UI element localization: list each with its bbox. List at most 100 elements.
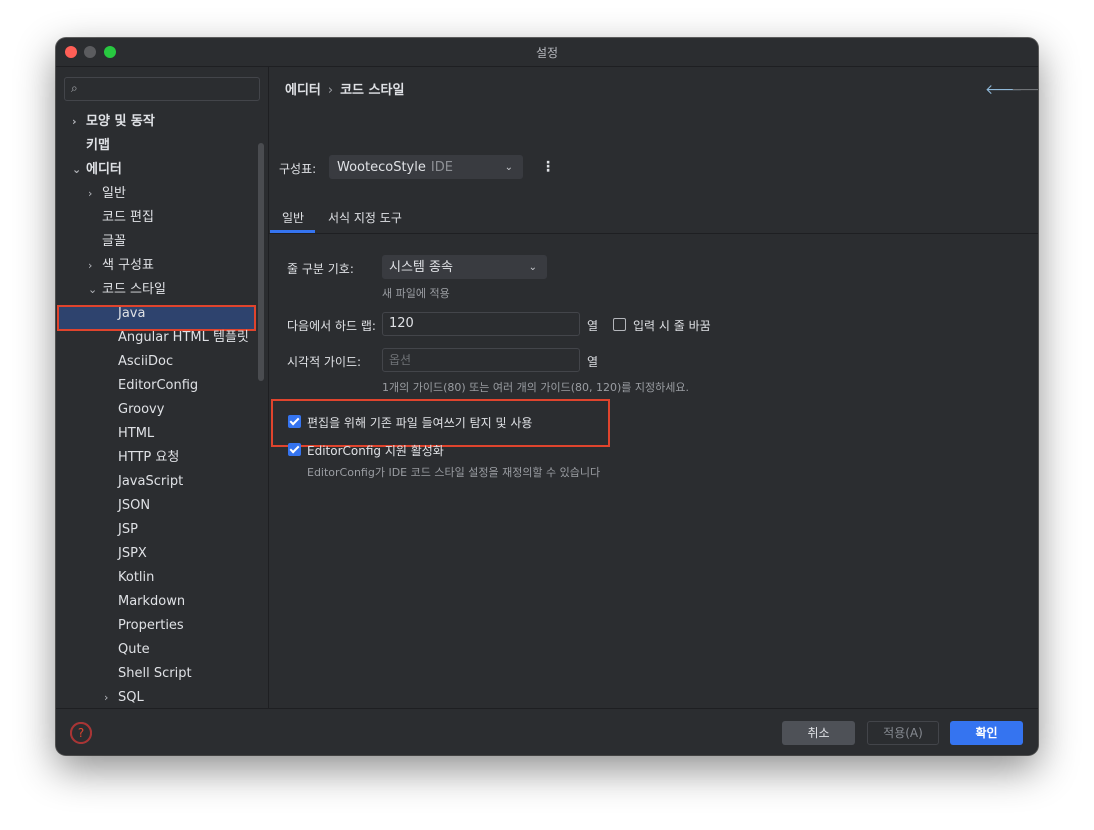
ok-button[interactable]: 확인 [950, 721, 1023, 745]
sidebar-scrollbar[interactable] [258, 143, 264, 381]
sidebar-item[interactable]: › 모양 및 동작 [72, 111, 155, 133]
sidebar-item-label: 모양 및 동작 [86, 114, 155, 129]
sidebar-item[interactable]: Qute [118, 639, 150, 661]
sidebar-item[interactable]: AsciiDoc [118, 351, 173, 373]
visual-guides-unit: 열 [587, 355, 599, 369]
sidebar-item-label: Shell Script [118, 666, 192, 681]
sidebar-item-label: 에디터 [86, 162, 122, 177]
sidebar-item[interactable]: 코드 편집 [102, 207, 154, 229]
sidebar-item-label: Java [118, 306, 146, 321]
sidebar-item-label: HTML [118, 426, 155, 441]
tree-selection-highlight [57, 305, 256, 331]
chevron-down-icon: ⌄ [504, 162, 513, 173]
sidebar-item[interactable]: ⌄ 코드 스타일 [88, 279, 166, 301]
scheme-sub: IDE [430, 160, 453, 175]
sidebar-item[interactable]: 키맵 [86, 135, 110, 157]
sidebar-item[interactable]: › 색 구성표 [88, 255, 154, 277]
line-separator-label: 줄 구분 기호: [287, 262, 354, 276]
chevron-down-icon[interactable]: ⌄ [72, 159, 81, 181]
breadcrumb-editor[interactable]: 에디터 [285, 83, 321, 98]
hard-wrap-input[interactable]: 120 [382, 312, 580, 336]
breadcrumb-separator: › [327, 83, 334, 98]
sidebar-item-label: AsciiDoc [118, 354, 174, 369]
sidebar-item[interactable]: Java [118, 303, 145, 325]
sidebar-item-label: SQL [118, 690, 144, 705]
chevron-right-icon[interactable]: › [88, 183, 92, 205]
forward-arrow-icon[interactable]: 🡒 [1011, 81, 1038, 98]
sidebar-item-label: 글꼴 [102, 234, 126, 249]
chevron-right-icon[interactable]: › [88, 255, 92, 277]
search-icon: ⌕ [71, 81, 78, 95]
scheme-label: 구성표: [279, 162, 317, 176]
visual-guides-label: 시각적 가이드: [287, 355, 362, 369]
sidebar-item-label: Markdown [118, 594, 186, 609]
sidebar-item[interactable]: JSPX [118, 543, 147, 565]
editorconfig-label: EditorConfig 지원 활성화 [307, 444, 444, 458]
tab-general[interactable]: 일반 [282, 209, 304, 226]
sidebar-item[interactable]: › 일반 [88, 183, 126, 205]
sidebar-item-label: JSPX [118, 546, 147, 561]
sidebar-item[interactable]: HTTP 요청 [118, 447, 179, 469]
tabs-divider [269, 233, 1038, 234]
sidebar-item[interactable]: HTML [118, 423, 154, 445]
sidebar-item-label: Groovy [118, 402, 165, 417]
sidebar-item[interactable]: ⌄ 에디터 [72, 159, 122, 181]
editorconfig-checkbox[interactable] [288, 443, 301, 456]
breadcrumb: 에디터 › 코드 스타일 [285, 79, 404, 98]
window-title: 설정 [535, 46, 559, 60]
sidebar-item-label: 코드 스타일 [102, 282, 166, 297]
line-separator-dropdown[interactable]: 시스템 종속 ⌄ [382, 255, 547, 279]
sidebar-item[interactable]: EditorConfig [118, 375, 198, 397]
editorconfig-highlight [271, 399, 610, 447]
apply-button[interactable]: 적용(A) [867, 721, 939, 745]
settings-search-input[interactable]: ⌕ [64, 77, 260, 101]
sidebar-item-label: HTTP 요청 [118, 450, 180, 465]
visual-guides-input[interactable]: 옵션 [382, 348, 580, 372]
chevron-right-icon[interactable]: › [104, 687, 108, 709]
cancel-button[interactable]: 취소 [782, 721, 855, 745]
help-button[interactable]: ? [70, 722, 92, 744]
visual-guides-hint: 1개의 가이드(80) 또는 여러 개의 가이드(80, 120)를 지정하세요… [382, 381, 690, 394]
sidebar-item[interactable]: JavaScript [118, 471, 183, 493]
scheme-value: WootecoStyle [337, 160, 426, 175]
line-separator-value: 시스템 종속 [389, 260, 453, 275]
chevron-down-icon: ⌄ [528, 262, 537, 273]
sidebar-item[interactable]: Groovy [118, 399, 164, 421]
chevron-right-icon[interactable]: › [72, 111, 77, 133]
hard-wrap-unit: 열 [587, 319, 599, 333]
sidebar-item-label: Angular HTML 템플릿 [118, 330, 249, 345]
sidebar-item[interactable]: Markdown [118, 591, 185, 613]
wrap-on-typing-checkbox[interactable] [613, 318, 626, 331]
breadcrumb-code-style: 코드 스타일 [340, 83, 405, 98]
sidebar-item[interactable]: Properties [118, 615, 184, 637]
sidebar-item-label: Kotlin [118, 570, 155, 585]
sidebar-item[interactable]: Angular HTML 템플릿 [118, 327, 249, 349]
sidebar-item[interactable]: JSP [118, 519, 138, 541]
scheme-dropdown[interactable]: WootecoStyle IDE ⌄ [329, 155, 523, 179]
more-options-icon[interactable]: ⋮ [541, 159, 555, 175]
editorconfig-hint: EditorConfig가 IDE 코드 스타일 설정을 재정의할 수 있습니다 [307, 466, 601, 479]
dialog-footer: ? 취소 적용(A) 확인 [56, 708, 1038, 755]
sidebar-item[interactable]: Kotlin [118, 567, 154, 589]
settings-sidebar: ⌕ › 모양 및 동작키맵 ⌄ 에디터 › 일반코드 편집글꼴 › 색 구성표 ⌄ 코드 스타일 J… [56, 67, 269, 708]
title-bar: 설정 [56, 38, 1038, 67]
line-separator-hint: 새 파일에 적용 [382, 287, 450, 300]
wrap-on-typing-label: 입력 시 줄 바꿈 [633, 319, 711, 333]
sidebar-item-label: Properties [118, 618, 184, 633]
sidebar-item-label: 키맵 [86, 138, 110, 153]
sidebar-item-label: Qute [118, 642, 150, 657]
chevron-down-icon[interactable]: ⌄ [88, 279, 97, 301]
sidebar-item-label: JSP [118, 522, 138, 537]
sidebar-item-label: 일반 [102, 186, 126, 201]
sidebar-item-label: JavaScript [118, 474, 184, 489]
sidebar-item[interactable]: Shell Script [118, 663, 192, 685]
sidebar-item[interactable]: JSON [118, 495, 150, 517]
sidebar-item-label: JSON [118, 498, 151, 513]
sidebar-item-label: 색 구성표 [102, 258, 154, 273]
hard-wrap-label: 다음에서 하드 랩: [287, 319, 376, 333]
sidebar-item[interactable]: › SQL [104, 687, 144, 709]
sidebar-item[interactable]: 글꼴 [102, 231, 126, 253]
sidebar-item-label: EditorConfig [118, 378, 199, 393]
settings-window: 설정 ⌕ › 모양 및 동작 키맵 ⌄ 에디터 › 일반 코드 편집 글꼴 › 색 구성표 ⌄ 코드 스… [56, 38, 1038, 755]
tab-formatter[interactable]: 서식 지정 도구 [328, 209, 402, 226]
